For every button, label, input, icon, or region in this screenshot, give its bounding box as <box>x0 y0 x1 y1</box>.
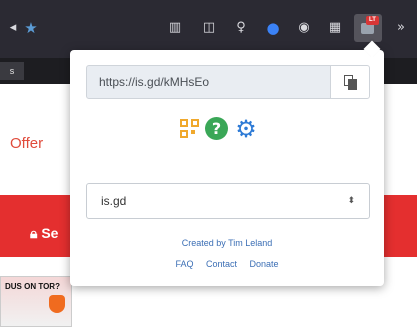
short-url-field[interactable]: https://is.gd/kMHsEo <box>86 65 331 99</box>
service-select[interactable]: is.gd ⬍ <box>86 183 370 219</box>
lock-icon: 🔒︎ <box>30 225 38 241</box>
short-url-row: https://is.gd/kMHsEo <box>86 65 370 99</box>
select-arrows-icon: ⬍ <box>347 196 355 206</box>
brave-lion-icon <box>49 295 65 313</box>
page-header-tab[interactable]: s <box>0 62 24 80</box>
back-arrow-icon[interactable]: ◂ <box>4 20 22 36</box>
credit-link[interactable]: Created by Tim Leland <box>70 238 384 248</box>
url-shortener-popup: https://is.gd/kMHsEo ? ⚙ is.gd ⬍ Created… <box>70 50 384 286</box>
copy-icon <box>344 75 358 91</box>
lightbulb-icon[interactable]: ♀ <box>232 20 250 36</box>
service-select-value: is.gd <box>101 194 127 208</box>
faq-link[interactable]: FAQ <box>175 259 193 269</box>
ad-thumbnail-text: DUS ON TOR? <box>5 282 60 291</box>
contact-link[interactable]: Contact <box>206 259 237 269</box>
overflow-icon[interactable]: » <box>392 20 410 36</box>
library-icon[interactable]: ▥ <box>166 20 184 36</box>
offer-text: Offer <box>10 135 44 152</box>
bookmark-star-icon[interactable]: ★ <box>22 20 40 36</box>
blue-extension-icon[interactable]: ● <box>264 20 282 36</box>
ad-thumbnail[interactable]: DUS ON TOR? <box>0 276 72 327</box>
active-extension-button[interactable]: LT <box>354 14 382 42</box>
help-icon[interactable]: ? <box>205 117 228 140</box>
red-banner-text: Se <box>41 225 59 241</box>
gear-icon[interactable]: ⚙ <box>233 116 259 142</box>
qr-code-icon[interactable] <box>180 119 200 139</box>
account-icon[interactable]: ◉ <box>295 20 313 36</box>
action-icons: ? ⚙ <box>180 116 274 142</box>
donate-link[interactable]: Donate <box>250 259 279 269</box>
grid-icon[interactable]: ▦ <box>326 20 344 36</box>
sidebar-icon[interactable]: ◫ <box>200 20 218 36</box>
red-banner-label[interactable]: 🔒︎ Se <box>30 225 58 242</box>
extension-badge: LT <box>366 16 379 25</box>
footer-links: FAQ Contact Donate <box>70 259 384 269</box>
copy-button[interactable] <box>330 65 370 99</box>
